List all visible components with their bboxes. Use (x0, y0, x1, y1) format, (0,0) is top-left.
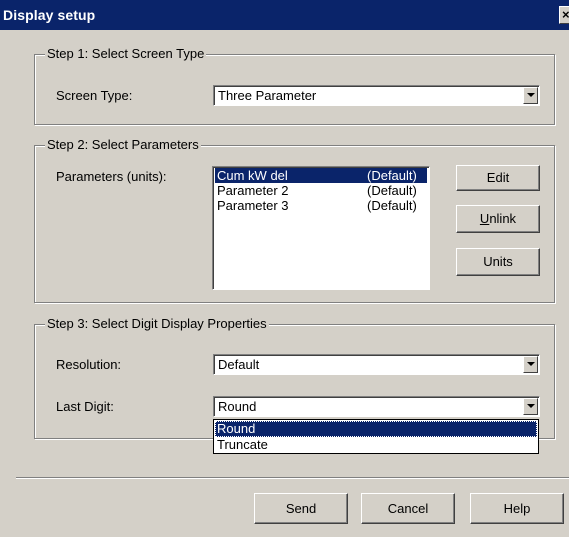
resolution-value: Default (218, 357, 260, 372)
chevron-down-icon[interactable] (523, 398, 538, 415)
step2-legend: Step 2: Select Parameters (45, 137, 201, 153)
last-digit-value: Round (218, 399, 257, 414)
screen-type-label: Screen Type: (56, 88, 133, 103)
chevron-down-icon[interactable] (523, 356, 538, 373)
close-icon: × (562, 7, 569, 22)
edit-button[interactable]: Edit (456, 165, 540, 191)
screen-type-dropdown[interactable]: Three Parameter (213, 85, 540, 106)
step1-legend: Step 1: Select Screen Type (45, 46, 207, 62)
list-item[interactable]: Cum kW del (Default) (215, 168, 427, 183)
list-item[interactable]: Parameter 3 (Default) (215, 198, 427, 213)
last-digit-label: Last Digit: (56, 399, 114, 414)
cancel-button[interactable]: Cancel (361, 493, 455, 524)
parameter-units: (Default) (367, 198, 417, 213)
footer-separator (16, 477, 569, 479)
parameter-name: Cum kW del (217, 168, 288, 183)
parameters-listbox[interactable]: Cum kW del (Default) Parameter 2 (Defaul… (212, 166, 430, 290)
title-bar[interactable]: Display setup × (0, 0, 569, 30)
close-button[interactable]: × (559, 6, 569, 24)
parameter-name: Parameter 2 (217, 183, 289, 198)
step3-legend: Step 3: Select Digit Display Properties (45, 316, 269, 332)
list-item[interactable]: Parameter 2 (Default) (215, 183, 427, 198)
last-digit-dropdown[interactable]: Round (213, 396, 540, 417)
chevron-down-icon[interactable] (523, 87, 538, 104)
unlink-button[interactable]: Unlink (456, 205, 540, 233)
resolution-label: Resolution: (56, 357, 122, 372)
dropdown-option-truncate[interactable]: Truncate (215, 437, 537, 453)
parameters-label: Parameters (units): (56, 169, 167, 184)
dropdown-option-round[interactable]: Round (215, 421, 537, 437)
units-button[interactable]: Units (456, 248, 540, 276)
screen-type-value: Three Parameter (218, 88, 317, 103)
parameter-units: (Default) (367, 183, 417, 198)
help-button[interactable]: Help (470, 493, 564, 524)
parameter-name: Parameter 3 (217, 198, 289, 213)
parameter-units: (Default) (367, 168, 417, 183)
resolution-dropdown[interactable]: Default (213, 354, 540, 375)
send-button[interactable]: Send (254, 493, 348, 524)
window-title: Display setup (3, 7, 96, 23)
last-digit-options-list[interactable]: Round Truncate (213, 419, 539, 454)
